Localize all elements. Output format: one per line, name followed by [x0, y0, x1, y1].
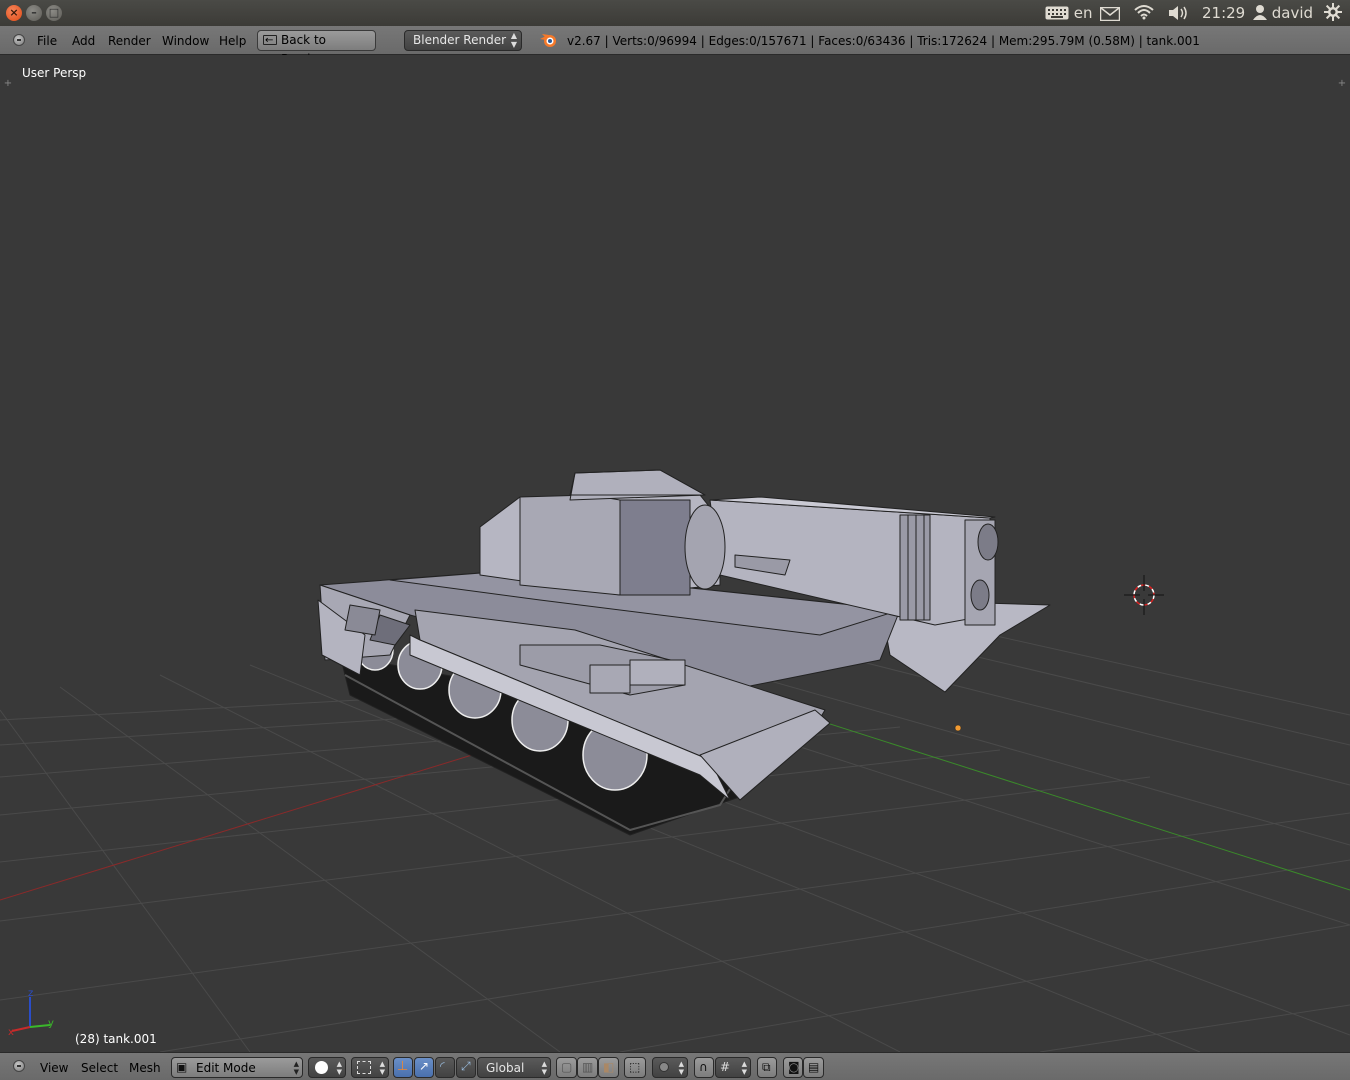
object-origin[interactable]: [954, 724, 962, 732]
axis-gizmo: z y x: [8, 988, 54, 1038]
tank-mesh[interactable]: [317, 469, 1051, 836]
transform-orientation-select[interactable]: Global ▲ ▼: [477, 1057, 551, 1078]
manipulator-icon: ⊥: [397, 1059, 409, 1074]
menu-window[interactable]: Window: [162, 34, 209, 48]
mail-icon[interactable]: [1099, 6, 1121, 26]
edit-mode-icon: ▣: [176, 1060, 188, 1074]
select-arrows-icon: ▲ ▼: [541, 1060, 547, 1076]
tool-shelf-toggle[interactable]: +: [3, 79, 13, 89]
snap-grid-icon: #: [720, 1060, 731, 1074]
3d-viewport[interactable]: z y x + + User Persp (28) tank.001: [0, 55, 1350, 1052]
menu-add[interactable]: Add: [72, 34, 95, 48]
copy-layers-button[interactable]: ⧉: [757, 1057, 777, 1078]
rotate-manipulator-button[interactable]: ◜: [435, 1057, 455, 1078]
select-arrows-icon: ▲ ▼: [379, 1060, 385, 1076]
menu-mesh[interactable]: Mesh: [129, 1061, 161, 1075]
select-arrows-icon: ▲ ▼: [510, 31, 517, 49]
back-icon: [263, 31, 277, 50]
layers-icon: ⧉: [762, 1060, 771, 1074]
menu-select[interactable]: Select: [81, 1061, 118, 1075]
arrow-icon: ↗: [419, 1059, 430, 1073]
edge-select-mode-button[interactable]: ▥: [577, 1057, 598, 1078]
edge-mode-icon: ▥: [582, 1060, 594, 1074]
menu-file[interactable]: File: [37, 34, 57, 48]
scene-statistics: v2.67 | Verts:0/96994 | Edges:0/157671 |…: [567, 34, 1200, 48]
axis-z-label: z: [28, 988, 33, 999]
vertex-select-mode-button[interactable]: ▢: [556, 1057, 577, 1078]
axis-x-label: x: [8, 1027, 14, 1038]
user-name: david: [1271, 4, 1314, 22]
3d-cursor-icon: [1124, 575, 1164, 615]
axis-y-label: y: [48, 1018, 54, 1029]
render-animation-button[interactable]: ▤: [803, 1057, 824, 1078]
view-perspective-label: User Persp: [22, 66, 87, 80]
face-select-mode-button[interactable]: ◧: [598, 1057, 619, 1078]
camera-icon: ◙: [788, 1060, 800, 1074]
user-menu[interactable]: david: [1253, 3, 1313, 23]
properties-panel-toggle[interactable]: +: [1337, 79, 1347, 89]
manipulator-toggle[interactable]: ⊥: [393, 1057, 413, 1078]
render-engine-select[interactable]: Blender Render ▲ ▼: [404, 30, 522, 51]
select-arrows-icon: ▲ ▼: [741, 1060, 747, 1076]
limit-selection-icon: ⬚: [629, 1060, 641, 1074]
orientation-label: Global: [486, 1061, 525, 1075]
blender-logo-icon: [540, 34, 556, 47]
select-arrows-icon: ▲ ▼: [336, 1060, 342, 1076]
select-arrows-icon: ▲ ▼: [678, 1060, 684, 1076]
menu-render[interactable]: Render: [108, 34, 151, 48]
3d-view-header: View Select Mesh ▣ Edit Mode ▲ ▼ ▲ ▼ ▲ ▼ ⊥ …: [0, 1052, 1350, 1080]
snap-toggle[interactable]: ∩: [694, 1057, 714, 1078]
close-window-button[interactable]: ×: [6, 5, 22, 21]
translate-manipulator-button[interactable]: ↗: [414, 1057, 434, 1078]
volume-icon[interactable]: [1167, 4, 1191, 24]
rotate-icon: ◜: [440, 1059, 445, 1073]
proportional-editing-select[interactable]: ▲ ▼: [652, 1057, 688, 1078]
proportional-icon: [659, 1062, 669, 1072]
menu-view[interactable]: View: [40, 1061, 68, 1075]
viewport-shading-select[interactable]: ▲ ▼: [308, 1057, 346, 1078]
gear-icon[interactable]: [1324, 3, 1342, 23]
menu-help[interactable]: Help: [219, 34, 246, 48]
face-mode-icon: ◧: [603, 1060, 615, 1074]
info-header: File Add Render Window Help Back to Prev…: [0, 26, 1350, 66]
scale-icon: ⤢: [461, 1059, 471, 1073]
back-to-previous-button[interactable]: Back to Previous: [257, 30, 376, 66]
clapper-icon: ▤: [808, 1060, 820, 1074]
keyboard-layout-label: en: [1073, 4, 1093, 22]
select-arrows-icon: ▲ ▼: [293, 1060, 299, 1076]
scale-manipulator-button[interactable]: ⤢: [456, 1057, 476, 1078]
minimize-window-button[interactable]: –: [26, 5, 42, 21]
solid-shading-icon: [315, 1061, 328, 1074]
clock[interactable]: 21:29: [1202, 3, 1245, 23]
pivot-icon: [357, 1061, 371, 1074]
mode-label: Edit Mode: [196, 1061, 256, 1075]
editor-type-button[interactable]: [13, 1060, 25, 1072]
user-icon: [1253, 5, 1267, 20]
magnet-icon: ∩: [699, 1060, 708, 1074]
mode-select[interactable]: ▣ Edit Mode ▲ ▼: [171, 1057, 303, 1078]
editor-type-button[interactable]: [13, 34, 25, 46]
active-object-label: (28) tank.001: [75, 1032, 157, 1046]
pivot-point-select[interactable]: ▲ ▼: [351, 1057, 389, 1078]
keyboard-icon: [1045, 6, 1069, 20]
render-engine-label: Blender Render: [413, 33, 507, 47]
limit-selection-visible-button[interactable]: ⬚: [624, 1057, 646, 1078]
maximize-window-button[interactable]: □: [46, 5, 62, 21]
vertex-mode-icon: ▢: [561, 1060, 573, 1074]
render-opengl-button[interactable]: ◙: [783, 1057, 803, 1078]
os-top-bar: × – □ en 21:29 david: [0, 0, 1350, 26]
viewport-scene[interactable]: z y x: [0, 55, 1350, 1052]
snap-element-select[interactable]: # ▲ ▼: [715, 1057, 751, 1078]
wifi-icon[interactable]: [1133, 4, 1155, 24]
keyboard-indicator[interactable]: en: [1045, 3, 1093, 23]
